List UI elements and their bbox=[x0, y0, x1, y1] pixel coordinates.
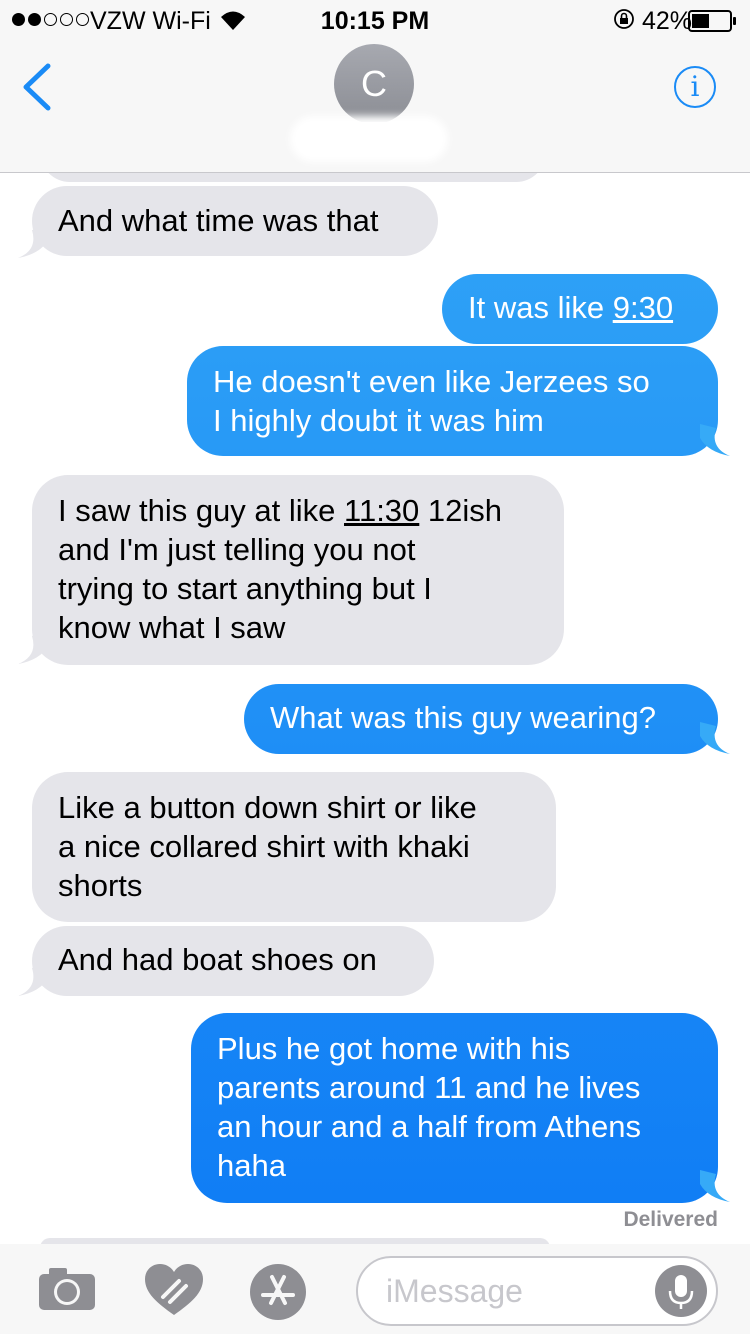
conversation[interactable]: And what time was that It was like 9:30 … bbox=[0, 0, 750, 1334]
message-line: He doesn't even like Jerzees so bbox=[213, 364, 650, 399]
battery-icon bbox=[688, 10, 736, 32]
message-incoming[interactable]: And had boat shoes on bbox=[32, 926, 434, 996]
message-line: and I'm just telling you not bbox=[58, 532, 416, 567]
message-line: trying to start anything but I bbox=[58, 571, 432, 606]
message-text: And what time was that bbox=[58, 203, 379, 238]
camera-icon[interactable] bbox=[37, 1266, 97, 1312]
message-text: And had boat shoes on bbox=[58, 942, 377, 977]
battery-percent: 42% bbox=[642, 7, 693, 35]
app-store-icon[interactable] bbox=[249, 1263, 307, 1321]
message-line: I highly doubt it was him bbox=[213, 403, 544, 438]
bubble-tail bbox=[18, 632, 48, 664]
message-line: a nice collared shirt with khaki bbox=[58, 829, 470, 864]
message-outgoing[interactable]: He doesn't even like Jerzees so I highly… bbox=[187, 346, 718, 456]
bubble-tail bbox=[18, 964, 48, 996]
bubble-tail bbox=[700, 722, 730, 754]
message-line: Plus he got home with his bbox=[217, 1031, 571, 1066]
info-button[interactable]: i bbox=[674, 66, 716, 108]
message-line: Like a button down shirt or like bbox=[58, 790, 477, 825]
message-text: It was like bbox=[468, 290, 613, 325]
time-link[interactable]: 9:30 bbox=[613, 290, 673, 325]
microphone-icon bbox=[668, 1275, 694, 1309]
bubble-tail bbox=[700, 1170, 730, 1202]
message-outgoing[interactable]: What was this guy wearing? bbox=[244, 684, 718, 754]
digital-touch-heart-icon[interactable] bbox=[143, 1263, 205, 1317]
contact-avatar[interactable]: C bbox=[334, 44, 414, 124]
bubble-tail bbox=[700, 424, 730, 456]
message-incoming[interactable]: I saw this guy at like 11:30 12ish and I… bbox=[32, 475, 564, 665]
rotation-lock-icon bbox=[614, 9, 634, 29]
message-outgoing[interactable]: It was like 9:30 bbox=[442, 274, 718, 344]
message-line: I saw this guy at like 11:30 12ish bbox=[58, 493, 503, 528]
message-line: haha bbox=[217, 1148, 286, 1183]
message-line: an hour and a half from Athens bbox=[217, 1109, 641, 1144]
message-text: What was this guy wearing? bbox=[270, 700, 656, 735]
delivery-status: Delivered bbox=[623, 1208, 718, 1231]
status-bar: VZW Wi-Fi 10:15 PM 42% bbox=[0, 0, 750, 40]
time-link[interactable]: 11:30 bbox=[344, 493, 419, 528]
message-line: shorts bbox=[58, 868, 143, 903]
back-button[interactable] bbox=[18, 62, 58, 112]
message-incoming[interactable]: Like a button down shirt or like a nice … bbox=[32, 772, 556, 922]
dictation-button[interactable] bbox=[655, 1265, 707, 1317]
message-incoming[interactable]: And what time was that bbox=[32, 186, 438, 256]
bubble-tail bbox=[18, 226, 48, 258]
message-line: know what I saw bbox=[58, 610, 286, 645]
message-outgoing[interactable]: Plus he got home with his parents around… bbox=[191, 1013, 718, 1203]
status-time: 10:15 PM bbox=[320, 7, 430, 35]
redacted-contact-name bbox=[296, 122, 442, 156]
message-line: parents around 11 and he lives bbox=[217, 1070, 641, 1105]
